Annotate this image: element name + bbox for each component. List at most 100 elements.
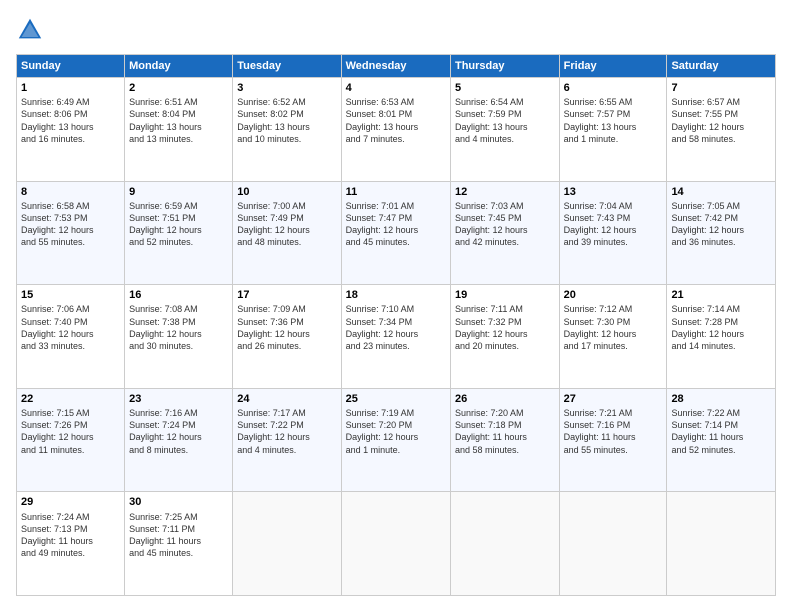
day-number: 11	[346, 185, 446, 199]
header-tuesday: Tuesday	[233, 55, 341, 78]
day-detail: Sunrise: 6:57 AM Sunset: 7:55 PM Dayligh…	[671, 96, 771, 145]
day-number: 26	[455, 392, 555, 406]
calendar-cell: 17Sunrise: 7:09 AM Sunset: 7:36 PM Dayli…	[233, 285, 341, 389]
day-detail: Sunrise: 7:03 AM Sunset: 7:45 PM Dayligh…	[455, 200, 555, 249]
day-number: 2	[129, 81, 228, 95]
day-detail: Sunrise: 7:24 AM Sunset: 7:13 PM Dayligh…	[21, 511, 120, 560]
day-number: 24	[237, 392, 336, 406]
calendar-cell: 10Sunrise: 7:00 AM Sunset: 7:49 PM Dayli…	[233, 181, 341, 285]
day-number: 14	[671, 185, 771, 199]
day-detail: Sunrise: 7:01 AM Sunset: 7:47 PM Dayligh…	[346, 200, 446, 249]
calendar-cell: 24Sunrise: 7:17 AM Sunset: 7:22 PM Dayli…	[233, 388, 341, 492]
header	[16, 16, 776, 44]
calendar-cell: 29Sunrise: 7:24 AM Sunset: 7:13 PM Dayli…	[17, 492, 125, 596]
day-number: 9	[129, 185, 228, 199]
day-number: 3	[237, 81, 336, 95]
calendar-cell: 22Sunrise: 7:15 AM Sunset: 7:26 PM Dayli…	[17, 388, 125, 492]
calendar-cell: 5Sunrise: 6:54 AM Sunset: 7:59 PM Daylig…	[450, 78, 559, 182]
header-thursday: Thursday	[450, 55, 559, 78]
logo	[16, 16, 48, 44]
calendar-cell: 19Sunrise: 7:11 AM Sunset: 7:32 PM Dayli…	[450, 285, 559, 389]
calendar-cell	[341, 492, 450, 596]
calendar-cell: 23Sunrise: 7:16 AM Sunset: 7:24 PM Dayli…	[125, 388, 233, 492]
day-detail: Sunrise: 7:16 AM Sunset: 7:24 PM Dayligh…	[129, 407, 228, 456]
calendar-cell: 2Sunrise: 6:51 AM Sunset: 8:04 PM Daylig…	[125, 78, 233, 182]
day-detail: Sunrise: 7:12 AM Sunset: 7:30 PM Dayligh…	[564, 303, 663, 352]
day-number: 19	[455, 288, 555, 302]
calendar-cell: 3Sunrise: 6:52 AM Sunset: 8:02 PM Daylig…	[233, 78, 341, 182]
day-detail: Sunrise: 6:51 AM Sunset: 8:04 PM Dayligh…	[129, 96, 228, 145]
day-detail: Sunrise: 7:21 AM Sunset: 7:16 PM Dayligh…	[564, 407, 663, 456]
calendar-cell: 15Sunrise: 7:06 AM Sunset: 7:40 PM Dayli…	[17, 285, 125, 389]
day-detail: Sunrise: 7:08 AM Sunset: 7:38 PM Dayligh…	[129, 303, 228, 352]
calendar-cell: 9Sunrise: 6:59 AM Sunset: 7:51 PM Daylig…	[125, 181, 233, 285]
day-number: 30	[129, 495, 228, 509]
day-detail: Sunrise: 6:53 AM Sunset: 8:01 PM Dayligh…	[346, 96, 446, 145]
day-detail: Sunrise: 6:58 AM Sunset: 7:53 PM Dayligh…	[21, 200, 120, 249]
day-number: 25	[346, 392, 446, 406]
day-detail: Sunrise: 7:05 AM Sunset: 7:42 PM Dayligh…	[671, 200, 771, 249]
calendar-cell: 30 Sunrise: 7:25 AM Sunset: 7:11 PM Dayli…	[125, 492, 233, 596]
day-detail: Sunrise: 7:20 AM Sunset: 7:18 PM Dayligh…	[455, 407, 555, 456]
calendar-cell: 7Sunrise: 6:57 AM Sunset: 7:55 PM Daylig…	[667, 78, 776, 182]
calendar-cell: 20Sunrise: 7:12 AM Sunset: 7:30 PM Dayli…	[559, 285, 667, 389]
day-detail: Sunrise: 7:06 AM Sunset: 7:40 PM Dayligh…	[21, 303, 120, 352]
calendar-cell: 16Sunrise: 7:08 AM Sunset: 7:38 PM Dayli…	[125, 285, 233, 389]
calendar-week-row: 15Sunrise: 7:06 AM Sunset: 7:40 PM Dayli…	[17, 285, 776, 389]
calendar-cell	[233, 492, 341, 596]
day-detail: Sunrise: 7:17 AM Sunset: 7:22 PM Dayligh…	[237, 407, 336, 456]
page: SundayMondayTuesdayWednesdayThursdayFrid…	[0, 0, 792, 612]
calendar-cell: 14Sunrise: 7:05 AM Sunset: 7:42 PM Dayli…	[667, 181, 776, 285]
header-wednesday: Wednesday	[341, 55, 450, 78]
day-detail: Sunrise: 7:00 AM Sunset: 7:49 PM Dayligh…	[237, 200, 336, 249]
calendar-week-row: 22Sunrise: 7:15 AM Sunset: 7:26 PM Dayli…	[17, 388, 776, 492]
day-number: 10	[237, 185, 336, 199]
day-detail: Sunrise: 7:11 AM Sunset: 7:32 PM Dayligh…	[455, 303, 555, 352]
calendar-cell: 4Sunrise: 6:53 AM Sunset: 8:01 PM Daylig…	[341, 78, 450, 182]
calendar-cell: 28Sunrise: 7:22 AM Sunset: 7:14 PM Dayli…	[667, 388, 776, 492]
day-detail: Sunrise: 6:54 AM Sunset: 7:59 PM Dayligh…	[455, 96, 555, 145]
calendar-cell: 21Sunrise: 7:14 AM Sunset: 7:28 PM Dayli…	[667, 285, 776, 389]
day-detail: Sunrise: 7:14 AM Sunset: 7:28 PM Dayligh…	[671, 303, 771, 352]
day-number: 17	[237, 288, 336, 302]
day-detail: Sunrise: 7:10 AM Sunset: 7:34 PM Dayligh…	[346, 303, 446, 352]
day-detail: Sunrise: 7:04 AM Sunset: 7:43 PM Dayligh…	[564, 200, 663, 249]
day-number: 4	[346, 81, 446, 95]
day-number: 7	[671, 81, 771, 95]
header-sunday: Sunday	[17, 55, 125, 78]
calendar-cell: 13Sunrise: 7:04 AM Sunset: 7:43 PM Dayli…	[559, 181, 667, 285]
calendar-cell: 11Sunrise: 7:01 AM Sunset: 7:47 PM Dayli…	[341, 181, 450, 285]
day-number: 18	[346, 288, 446, 302]
calendar-cell: 8Sunrise: 6:58 AM Sunset: 7:53 PM Daylig…	[17, 181, 125, 285]
day-number: 28	[671, 392, 771, 406]
day-detail: Sunrise: 7:09 AM Sunset: 7:36 PM Dayligh…	[237, 303, 336, 352]
day-number: 13	[564, 185, 663, 199]
day-detail: Sunrise: 6:55 AM Sunset: 7:57 PM Dayligh…	[564, 96, 663, 145]
logo-icon	[16, 16, 44, 44]
day-number: 27	[564, 392, 663, 406]
day-number: 5	[455, 81, 555, 95]
header-friday: Friday	[559, 55, 667, 78]
calendar-week-row: 1Sunrise: 6:49 AM Sunset: 8:06 PM Daylig…	[17, 78, 776, 182]
calendar-cell: 25Sunrise: 7:19 AM Sunset: 7:20 PM Dayli…	[341, 388, 450, 492]
day-detail: Sunrise: 6:52 AM Sunset: 8:02 PM Dayligh…	[237, 96, 336, 145]
day-number: 8	[21, 185, 120, 199]
day-detail: Sunrise: 6:49 AM Sunset: 8:06 PM Dayligh…	[21, 96, 120, 145]
day-number: 6	[564, 81, 663, 95]
calendar-cell: 12Sunrise: 7:03 AM Sunset: 7:45 PM Dayli…	[450, 181, 559, 285]
day-number: 1	[21, 81, 120, 95]
calendar-week-row: 8Sunrise: 6:58 AM Sunset: 7:53 PM Daylig…	[17, 181, 776, 285]
day-number: 21	[671, 288, 771, 302]
day-detail: Sunrise: 6:59 AM Sunset: 7:51 PM Dayligh…	[129, 200, 228, 249]
calendar-cell: 18Sunrise: 7:10 AM Sunset: 7:34 PM Dayli…	[341, 285, 450, 389]
day-number: 15	[21, 288, 120, 302]
calendar-cell: 6Sunrise: 6:55 AM Sunset: 7:57 PM Daylig…	[559, 78, 667, 182]
calendar-cell	[450, 492, 559, 596]
calendar-cell: 1Sunrise: 6:49 AM Sunset: 8:06 PM Daylig…	[17, 78, 125, 182]
calendar-week-row: 29Sunrise: 7:24 AM Sunset: 7:13 PM Dayli…	[17, 492, 776, 596]
calendar-cell	[667, 492, 776, 596]
day-detail: Sunrise: 7:25 AM Sunset: 7:11 PM Dayligh…	[129, 511, 228, 560]
calendar-header-row: SundayMondayTuesdayWednesdayThursdayFrid…	[17, 55, 776, 78]
day-detail: Sunrise: 7:19 AM Sunset: 7:20 PM Dayligh…	[346, 407, 446, 456]
day-number: 23	[129, 392, 228, 406]
